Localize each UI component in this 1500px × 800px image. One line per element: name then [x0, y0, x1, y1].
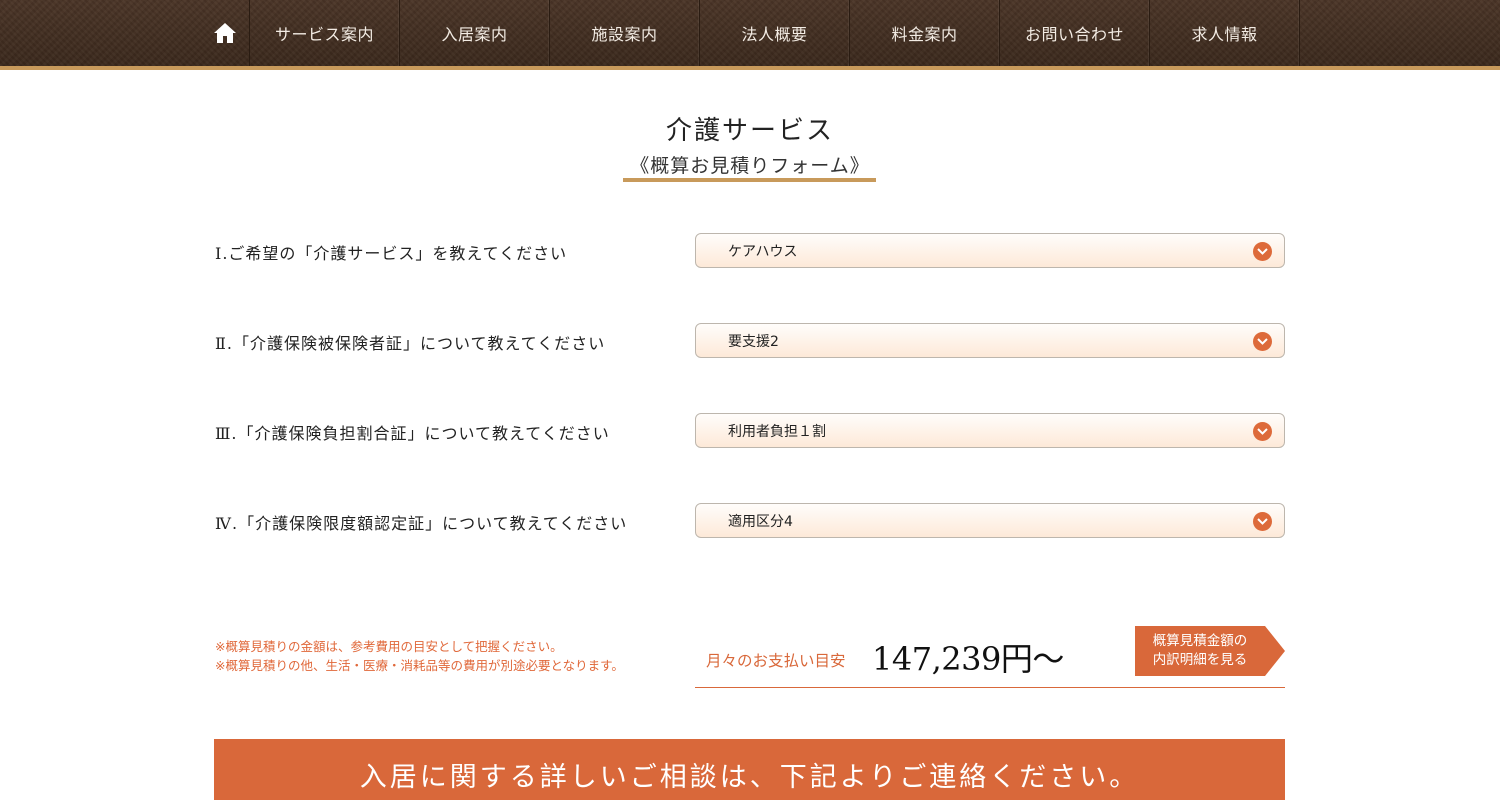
- top-nav: サービス案内 入居案内 施設案内 法人概要 料金案内 お問い合わせ 求人情報: [0, 0, 1500, 70]
- limit-select[interactable]: 適用区分4: [695, 503, 1285, 538]
- nav-item-admission[interactable]: 入居案内: [400, 0, 550, 66]
- question-label-limit: Ⅳ.「介護保険限度額認定証」について教えてください: [215, 514, 628, 533]
- estimate-notes: ※概算見積りの金額は、参考費用の目安として把握ください。 ※概算見積りの他、生活…: [215, 637, 624, 675]
- nav-item-service[interactable]: サービス案内: [250, 0, 400, 66]
- breakdown-button[interactable]: 概算見積金額の 内訳明細を見る: [1135, 626, 1285, 676]
- insurance-select-value: 要支援2: [728, 333, 779, 350]
- home-icon[interactable]: [200, 0, 250, 66]
- burden-select-value: 利用者負担１割: [728, 423, 826, 440]
- nav-bar: サービス案内 入居案内 施設案内 法人概要 料金案内 お問い合わせ 求人情報: [200, 0, 1300, 66]
- question-label-insurance: Ⅱ.「介護保険被保険者証」について教えてください: [215, 334, 606, 353]
- limit-select-value: 適用区分4: [728, 513, 793, 530]
- page-title-sub: 《概算お見積りフォーム》: [630, 155, 870, 177]
- note-line: ※概算見積りの金額は、参考費用の目安として把握ください。: [215, 639, 563, 654]
- chevron-down-icon: [1253, 512, 1272, 531]
- payment-amount: 147,239円～: [872, 640, 1064, 678]
- nav-item-pricing[interactable]: 料金案内: [850, 0, 1000, 66]
- note-line: ※概算見積りの他、生活・医療・消耗品等の費用が別途必要となります。: [215, 658, 624, 673]
- breakdown-button-label: 概算見積金額の 内訳明細を見る: [1135, 632, 1265, 670]
- title-underline: [623, 178, 876, 182]
- nav-item-recruit[interactable]: 求人情報: [1150, 0, 1300, 66]
- chevron-down-icon: [1253, 422, 1272, 441]
- insurance-select[interactable]: 要支援2: [695, 323, 1285, 358]
- nav-item-contact[interactable]: お問い合わせ: [1000, 0, 1150, 66]
- question-label-burden: Ⅲ.「介護保険負担割合証」について教えてください: [215, 424, 610, 443]
- nav-item-corporate[interactable]: 法人概要: [700, 0, 850, 66]
- payment-label: 月々のお支払い目安: [706, 652, 846, 670]
- question-label-service: Ⅰ.ご希望の「介護サービス」を教えてください: [215, 244, 568, 263]
- breakdown-button-line1: 概算見積金額の: [1152, 633, 1248, 649]
- payment-divider: [695, 687, 1285, 688]
- page-title: 介護サービス 《概算お見積りフォーム》: [0, 110, 1500, 178]
- breakdown-button-line2: 内訳明細を見る: [1152, 652, 1248, 668]
- chevron-down-icon: [1253, 242, 1272, 261]
- service-select[interactable]: ケアハウス: [695, 233, 1285, 268]
- page-title-main: 介護サービス: [665, 116, 834, 146]
- service-select-value: ケアハウス: [728, 243, 798, 260]
- nav-item-facility[interactable]: 施設案内: [550, 0, 700, 66]
- burden-select[interactable]: 利用者負担１割: [695, 413, 1285, 448]
- chevron-down-icon: [1253, 332, 1272, 351]
- contact-banner: 入居に関する詳しいご相談は、下記よりご連絡ください。: [214, 739, 1285, 800]
